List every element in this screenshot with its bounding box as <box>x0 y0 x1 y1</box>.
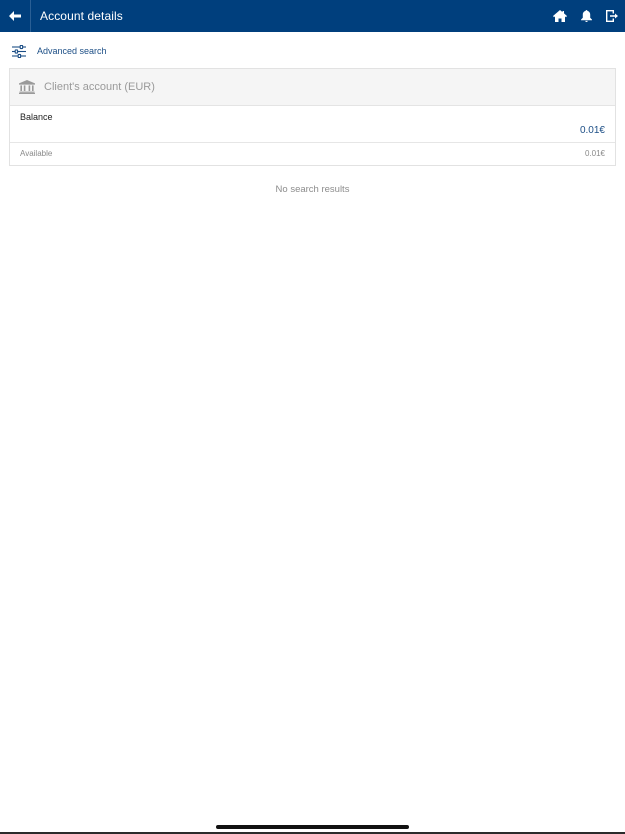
advanced-search-button[interactable]: Advanced search <box>12 43 107 59</box>
logout-icon <box>606 10 618 22</box>
notifications-button[interactable] <box>573 0 599 32</box>
balance-label: Balance <box>20 112 53 122</box>
account-card[interactable]: Client's account (EUR) Balance 0.01€ Ava… <box>9 68 616 166</box>
account-card-header: Client's account (EUR) <box>10 69 615 106</box>
balance-value: 0.01€ <box>579 125 605 136</box>
bank-icon <box>19 80 35 94</box>
back-button[interactable] <box>0 0 31 32</box>
available-row: Available 0.01€ <box>10 143 615 165</box>
home-icon <box>553 10 567 22</box>
available-label: Available <box>20 149 53 158</box>
sliders-icon <box>12 44 26 58</box>
account-title: Client's account (EUR) <box>44 81 155 93</box>
advanced-search-label: Advanced search <box>37 46 107 56</box>
logout-button[interactable] <box>599 0 625 32</box>
top-bar-actions <box>547 0 625 32</box>
account-details-screen: Account details Advanced search Client's… <box>0 0 625 834</box>
empty-results-message: No search results <box>275 184 350 195</box>
available-value: 0.01€ <box>584 149 605 158</box>
bell-icon <box>580 10 592 22</box>
page-title: Account details <box>40 9 123 23</box>
balance-row: Balance 0.01€ <box>10 106 615 143</box>
home-button[interactable] <box>547 0 573 32</box>
top-bar: Account details <box>0 0 625 32</box>
arrow-left-icon <box>9 11 21 21</box>
home-indicator[interactable] <box>216 825 409 829</box>
